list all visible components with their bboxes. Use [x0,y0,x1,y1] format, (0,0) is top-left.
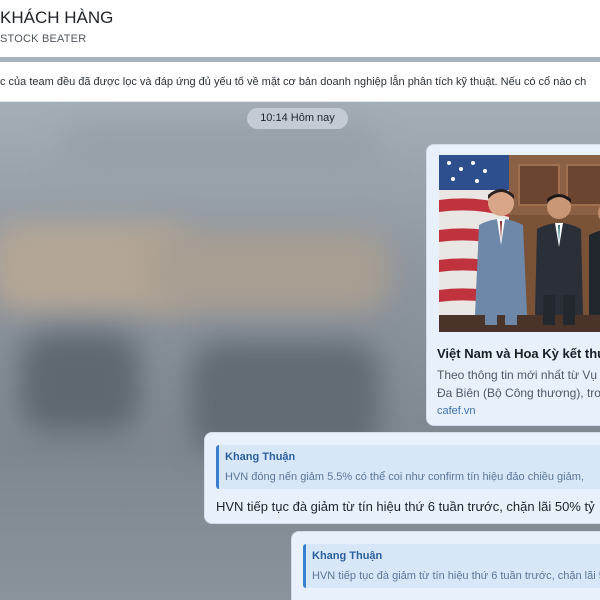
reply-text: HVN tiếp tục đà giảm từ tín hiệu thứ 6 t… [312,570,600,582]
link-preview-domain[interactable]: cafef.vn [437,405,476,417]
date-separator: 10:14 Hôm nay [247,108,348,129]
background-blur-shape [20,332,140,432]
message-text: HVN tiếp tục đà giảm từ tín hiệu thứ 6 t… [216,499,595,514]
chat-title: KHÁCH HÀNG [0,8,114,27]
link-preview-title[interactable]: Việt Nam và Hoa Kỳ kết thúc [437,346,600,361]
pinned-message-text: c của team đều đã được lọc và đáp ứng đủ… [0,76,587,88]
chat-subtitle: STOCK BEATER [0,33,87,45]
background-blur-shape [60,122,380,182]
link-preview-description-line: Theo thông tin mới nhất từ Vụ [437,368,597,382]
message-bubble[interactable]: Khang Thuận HVN tiếp tục đà giảm từ tín … [291,531,600,600]
reply-text: HVN đóng nến giảm 5.5% có thể coi như co… [225,471,584,483]
photo-illustration [439,155,600,332]
reply-quote[interactable]: Khang Thuận HVN tiếp tục đà giảm từ tín … [303,544,600,588]
reply-author: Khang Thuận [312,550,383,562]
reply-author: Khang Thuận [225,451,296,463]
message-bubble[interactable]: Khang Thuận HVN đóng nến giảm 5.5% có th… [204,432,600,524]
link-preview-message[interactable]: Việt Nam và Hoa Kỳ kết thúc Theo thông t… [426,144,600,426]
link-preview-image[interactable] [439,155,600,332]
chat-header[interactable]: KHÁCH HÀNG STOCK BEATER [0,0,600,57]
link-preview-description: Theo thông tin mới nhất từ Vụ Đa Biên (B… [437,366,600,402]
link-preview-description-line: Đa Biên (Bộ Công thương), tro [437,386,600,400]
reply-quote[interactable]: Khang Thuận HVN đóng nến giảm 5.5% có th… [216,445,600,489]
background-blur-shape [150,232,390,312]
pinned-message-bar[interactable]: c của team đều đã được lọc và đáp ứng đủ… [0,62,600,102]
